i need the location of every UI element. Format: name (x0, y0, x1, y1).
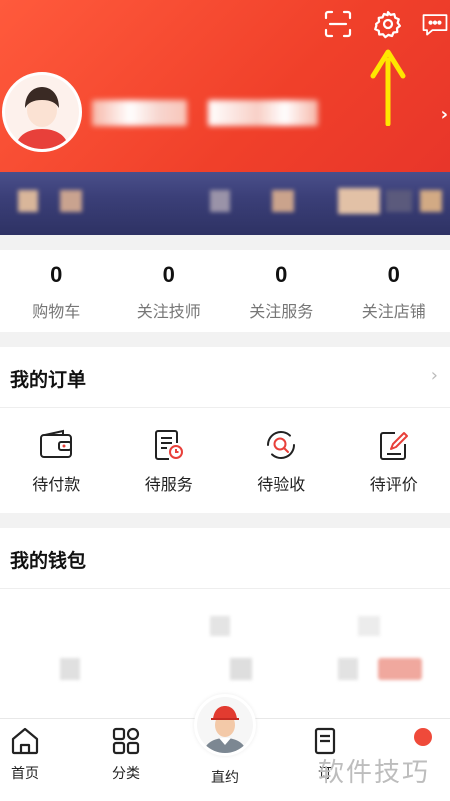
wallet-value-blurred (338, 658, 358, 680)
home-icon (11, 727, 39, 755)
header-toolbar (320, 6, 450, 42)
review-edit-icon (376, 427, 412, 463)
user-id-blurred (208, 100, 318, 126)
nav-label: 直约 (211, 770, 239, 786)
follow-counts: 0 购物车 0 关注技师 0 关注服务 0 关注店铺 (0, 250, 450, 332)
technician-avatar-icon[interactable] (194, 694, 256, 756)
count-value: 0 (50, 262, 63, 287)
username-blurred (92, 100, 187, 126)
wallet-value-blurred (230, 658, 252, 680)
count-label: 关注店铺 (361, 302, 426, 321)
count-value: 0 (162, 262, 175, 287)
count-value: 0 (275, 262, 288, 287)
count-cart[interactable]: 0 购物车 (0, 250, 113, 332)
divider (0, 407, 450, 408)
order-pending-service[interactable]: 待服务 (113, 427, 226, 495)
wallet-value-blurred (358, 616, 380, 636)
service-doc-icon (151, 427, 187, 463)
count-followed-stores[interactable]: 0 关注店铺 (338, 250, 450, 332)
order-pending-review[interactable]: 待评价 (338, 427, 450, 495)
chevron-right-icon[interactable]: › (431, 365, 438, 386)
count-followed-technicians[interactable]: 0 关注技师 (113, 250, 226, 332)
order-pending-payment[interactable]: 待付款 (0, 427, 113, 495)
order-pending-inspection[interactable]: 待验收 (225, 427, 338, 495)
inspect-icon (263, 427, 299, 463)
arrow-annotation-icon (370, 49, 406, 126)
settings-icon[interactable] (370, 6, 406, 42)
order-label: 待验收 (257, 475, 306, 494)
profile-header: › (0, 0, 450, 235)
wallet-value-blurred (60, 658, 80, 680)
order-label: 待付款 (32, 475, 81, 494)
nav-label: 分类 (112, 766, 140, 782)
count-label: 关注技师 (136, 302, 201, 321)
order-label: 待评价 (369, 475, 418, 494)
count-label: 关注服务 (249, 302, 314, 321)
chevron-right-icon[interactable]: › (441, 104, 448, 125)
divider (0, 588, 450, 589)
order-icon (314, 727, 336, 755)
category-icon (112, 727, 140, 755)
member-banner[interactable] (0, 172, 450, 235)
user-avatar[interactable] (2, 72, 82, 152)
message-icon[interactable] (420, 6, 450, 42)
section-title: 我的钱包 (10, 550, 87, 572)
count-value: 0 (387, 262, 400, 287)
my-orders-section: 我的订单 › 待付款 待服务 待验收 待评价 (0, 347, 450, 513)
watermark-text: 软件技巧 (318, 758, 431, 788)
nav-label: 首页 (11, 766, 39, 782)
nav-category[interactable]: 分类 (96, 727, 156, 783)
count-followed-services[interactable]: 0 关注服务 (225, 250, 338, 332)
wallet-value-blurred (378, 658, 422, 680)
scan-icon[interactable] (320, 6, 356, 42)
my-wallet-section: 我的钱包 (0, 528, 450, 718)
order-label: 待服务 (144, 475, 193, 494)
count-label: 购物车 (32, 302, 81, 321)
notification-badge (414, 728, 432, 746)
nav-direct-booking[interactable]: 直约 (195, 759, 255, 787)
section-title: 我的订单 (10, 369, 87, 391)
nav-home[interactable]: 首页 (0, 727, 55, 783)
wallet-icon (38, 427, 74, 463)
wallet-value-blurred (210, 616, 230, 636)
